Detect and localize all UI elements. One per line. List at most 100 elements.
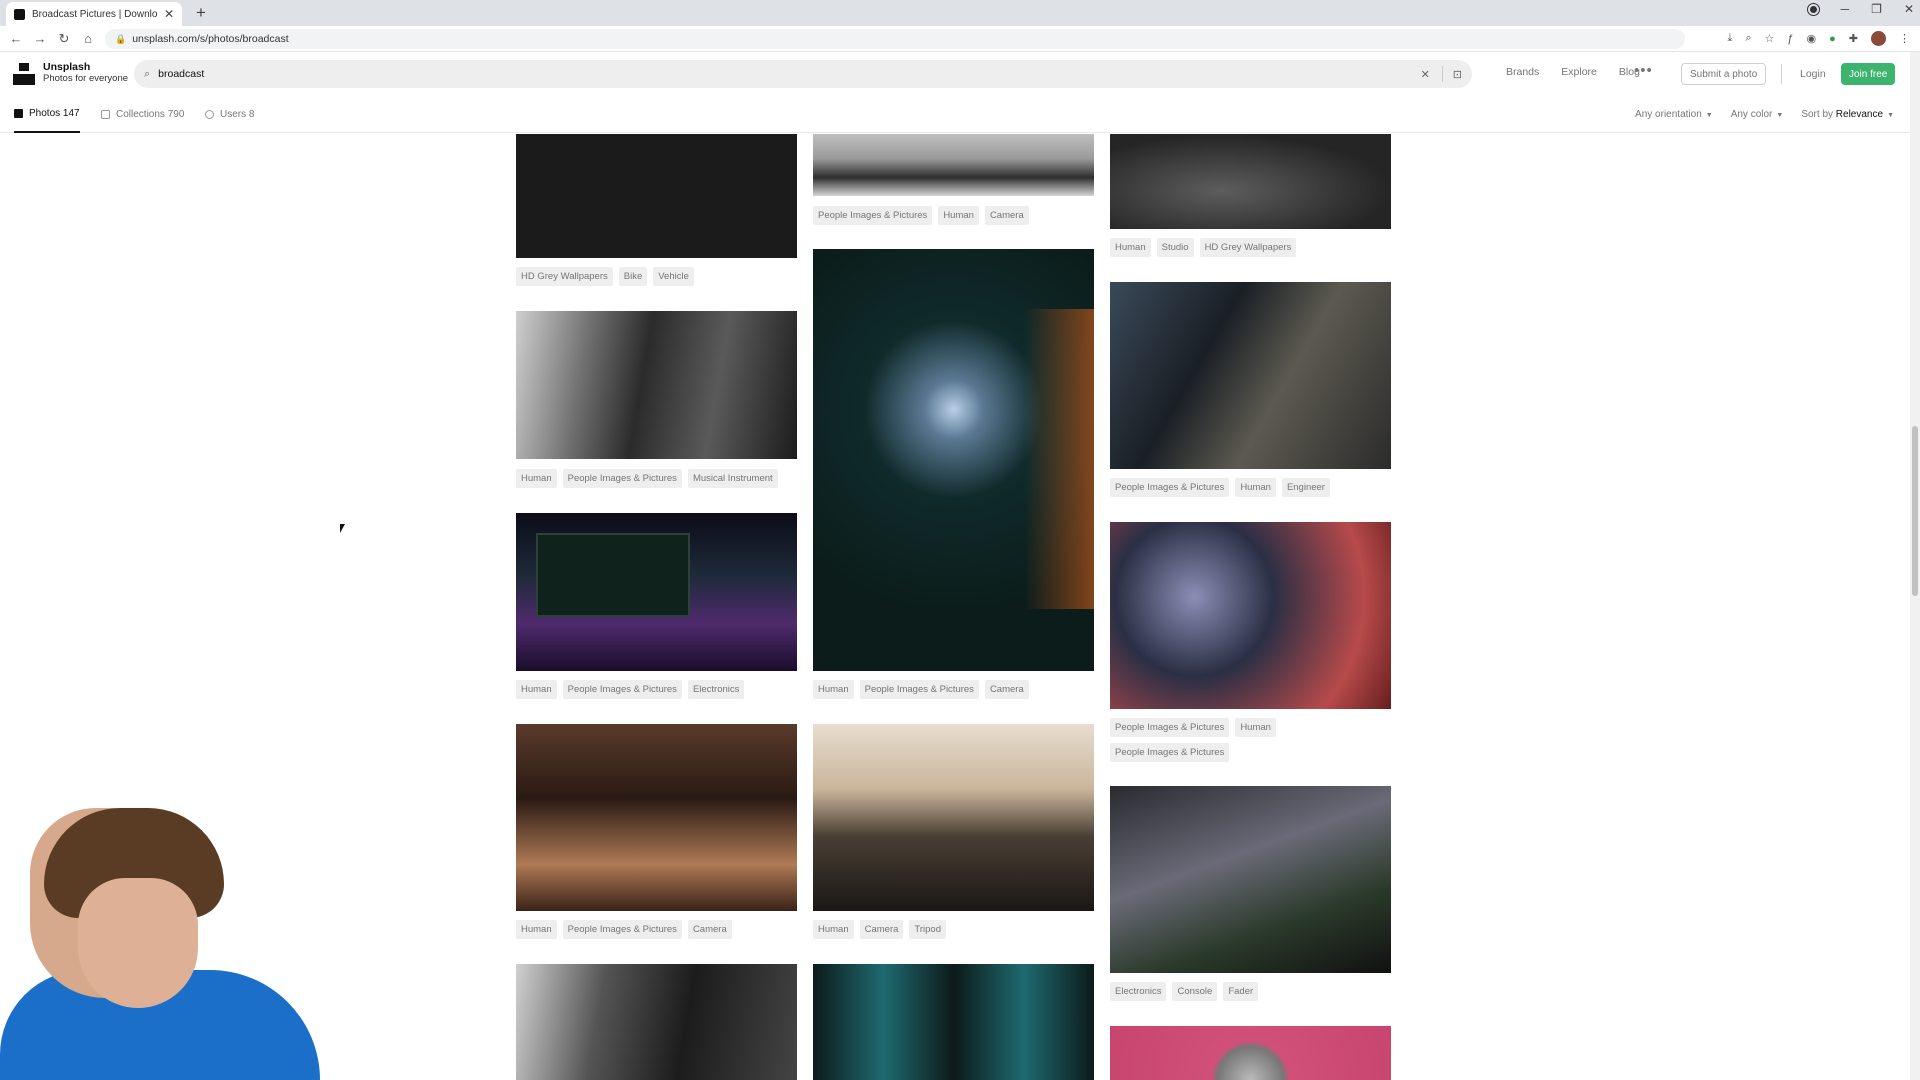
photo-card[interactable] xyxy=(813,724,1094,911)
profile-extension-icon[interactable]: ◉ xyxy=(1807,32,1817,45)
tag[interactable]: People Images & Pictures xyxy=(1110,718,1230,737)
tag[interactable]: Musical Instrument xyxy=(687,469,778,488)
search-input[interactable]: broadcast xyxy=(158,68,1420,80)
tag[interactable]: Camera xyxy=(687,920,732,939)
profile-avatar[interactable] xyxy=(1871,31,1886,46)
login-link[interactable]: Login xyxy=(1800,68,1826,80)
tab-collections[interactable]: Collections 790 xyxy=(101,96,184,133)
tag[interactable]: Tripod xyxy=(909,920,946,939)
tag[interactable]: Human xyxy=(516,469,557,488)
tag[interactable]: Electronics xyxy=(687,680,745,699)
photo-tags: Electronics Console Fader xyxy=(1110,982,1391,1001)
reload-icon[interactable]: ↻ xyxy=(52,31,76,47)
nav-explore[interactable]: Explore xyxy=(1561,66,1597,78)
photo-card[interactable] xyxy=(813,134,1094,196)
puzzle-extensions-icon[interactable]: ✚ xyxy=(1849,32,1858,45)
tag[interactable]: Camera xyxy=(984,680,1029,699)
photo-tags: Human People Images & Pictures Camera xyxy=(516,920,797,939)
minimize-icon[interactable]: ─ xyxy=(1841,2,1850,16)
photo-tags: People Images & Pictures Human Engineer xyxy=(1110,478,1391,497)
tag[interactable]: Human xyxy=(1235,478,1276,497)
green-extension-icon[interactable]: ● xyxy=(1829,33,1836,45)
join-free-button[interactable]: Join free xyxy=(1841,63,1896,85)
back-icon[interactable]: ← xyxy=(4,31,28,46)
color-filter[interactable]: Any color ▼ xyxy=(1731,109,1784,120)
page-scrollbar[interactable] xyxy=(1910,52,1920,1080)
install-app-icon[interactable]: ⤓ xyxy=(1727,32,1732,45)
new-tab-button[interactable]: + xyxy=(196,3,206,23)
photo-card[interactable] xyxy=(1110,522,1391,709)
tag[interactable]: Human xyxy=(813,680,854,699)
photo-card[interactable] xyxy=(1110,786,1391,973)
photo-card[interactable] xyxy=(1110,282,1391,469)
tag[interactable]: Human xyxy=(516,920,557,939)
tag[interactable]: Human xyxy=(813,920,854,939)
tag[interactable]: People Images & Pictures xyxy=(1110,478,1230,497)
bookmark-star-icon[interactable]: ☆ xyxy=(1765,32,1775,45)
photo-card[interactable] xyxy=(813,249,1094,671)
tag[interactable]: Camera xyxy=(984,206,1029,225)
photo-card[interactable] xyxy=(1110,1026,1391,1080)
chevron-down-icon: ▼ xyxy=(1705,112,1713,119)
brand-tagline: Photos for everyone xyxy=(43,73,129,84)
close-window-icon[interactable]: ✕ xyxy=(1904,2,1914,16)
zoom-icon[interactable]: ⌕ xyxy=(1745,32,1751,45)
tag[interactable]: Vehicle xyxy=(653,267,694,286)
photo-card[interactable] xyxy=(516,134,797,258)
chevron-down-icon: ▼ xyxy=(1776,112,1784,119)
search-type-tabs: Photos 147 Collections 790 Users 8 Any o… xyxy=(0,96,1910,133)
scrollbar-thumb[interactable] xyxy=(1912,426,1918,596)
tag[interactable]: People Images & Pictures xyxy=(859,680,979,699)
tag[interactable]: Studio xyxy=(1156,238,1194,257)
photo-card[interactable] xyxy=(1110,134,1391,229)
forward-icon[interactable]: → xyxy=(28,31,52,46)
photo-card[interactable] xyxy=(516,964,797,1080)
visual-search-icon[interactable]: ⊡ xyxy=(1453,68,1462,81)
media-control-icon[interactable] xyxy=(1807,3,1819,15)
tab-photos[interactable]: Photos 147 xyxy=(14,96,80,133)
webcam-overlay xyxy=(0,790,320,1080)
tab-users[interactable]: Users 8 xyxy=(205,96,254,133)
tag[interactable]: HD Grey Wallpapers xyxy=(1199,238,1297,257)
restore-icon[interactable]: ❐ xyxy=(1871,2,1882,16)
tag[interactable]: Human xyxy=(1235,718,1276,737)
home-icon[interactable]: ⌂ xyxy=(76,31,100,46)
browser-menu-icon[interactable]: ⋮ xyxy=(1899,32,1910,45)
photo-card[interactable] xyxy=(813,964,1094,1080)
tag[interactable]: Human xyxy=(516,680,557,699)
tag[interactable]: HD Grey Wallpapers xyxy=(516,267,613,286)
more-menu-icon[interactable]: ••• xyxy=(1634,62,1653,79)
photo-card[interactable] xyxy=(516,724,797,911)
formula-extension-icon[interactable]: ƒ xyxy=(1787,33,1793,45)
tag[interactable]: Engineer xyxy=(1281,478,1330,497)
address-bar[interactable]: 🔒 unsplash.com/s/photos/broadcast xyxy=(105,29,1685,49)
browser-tab[interactable]: Broadcast Pictures | Download F... ✕ xyxy=(6,2,182,26)
unsplash-logo-icon[interactable] xyxy=(13,63,35,85)
mouse-cursor-icon xyxy=(340,524,345,533)
tag[interactable]: Camera xyxy=(859,920,904,939)
browser-tabbar: Broadcast Pictures | Download F... ✕ + ─… xyxy=(0,0,1920,26)
tag[interactable]: People Images & Pictures xyxy=(562,469,682,488)
nav-brands[interactable]: Brands xyxy=(1506,66,1539,78)
tag[interactable]: People Images & Pictures xyxy=(562,920,682,939)
photo-tags: Human People Images & Pictures Musical I… xyxy=(516,469,797,488)
tag[interactable]: People Images & Pictures xyxy=(562,680,682,699)
orientation-filter[interactable]: Any orientation ▼ xyxy=(1635,109,1713,120)
tag[interactable]: Bike xyxy=(618,267,648,286)
tag[interactable]: Fader xyxy=(1223,982,1259,1001)
sort-dropdown[interactable]: Sort by Relevance ▼ xyxy=(1801,109,1894,120)
submit-photo-button[interactable]: Submit a photo xyxy=(1681,63,1767,85)
close-tab-icon[interactable]: ✕ xyxy=(164,7,174,21)
brand[interactable]: Unsplash Photos for everyone xyxy=(43,62,129,85)
tag[interactable]: Console xyxy=(1172,982,1218,1001)
clear-search-icon[interactable]: ✕ xyxy=(1421,68,1430,81)
presenter-face xyxy=(78,878,198,1008)
search-bar[interactable]: ⌕ broadcast ✕ ⊡ xyxy=(134,60,1472,88)
photo-card[interactable] xyxy=(516,311,797,459)
tag[interactable]: People Images & Pictures xyxy=(1110,743,1230,762)
tag[interactable]: Electronics xyxy=(1110,982,1167,1001)
tag[interactable]: People Images & Pictures xyxy=(813,206,933,225)
photo-card[interactable] xyxy=(516,513,797,671)
tag[interactable]: Human xyxy=(938,206,979,225)
tag[interactable]: Human xyxy=(1110,238,1151,257)
